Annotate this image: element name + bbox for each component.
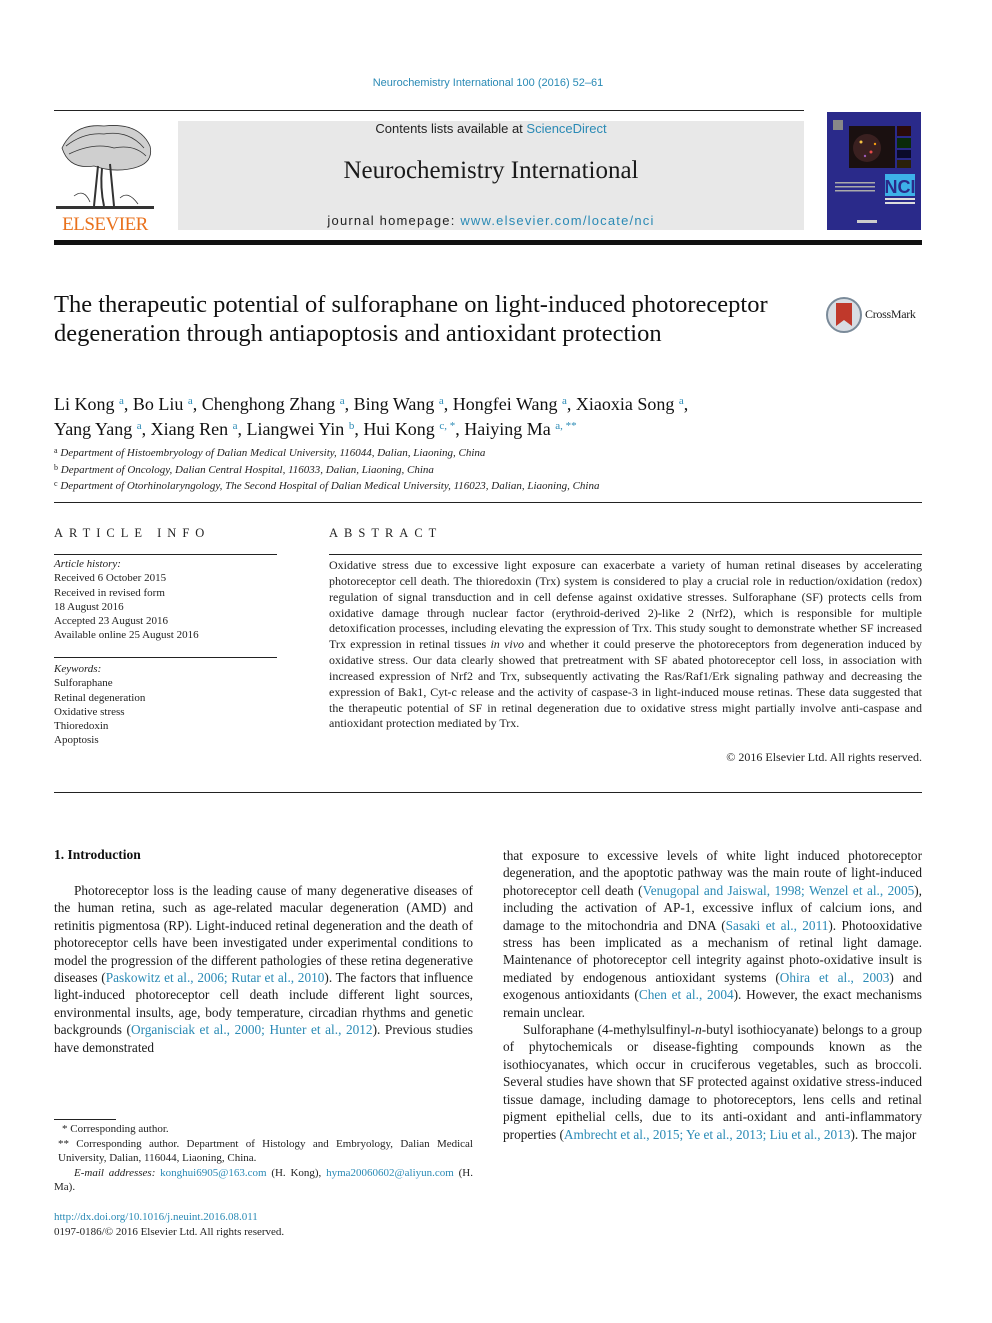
elsevier-wordmark: ELSEVIER	[62, 214, 148, 235]
crossmark-label: CrossMark	[865, 307, 916, 321]
affiliation: c Department of Otorhinolaryngology, The…	[54, 479, 600, 492]
author[interactable]: Haiying Ma a, **	[464, 419, 576, 439]
keyword: Sulforaphane	[54, 677, 113, 690]
abstract-heading: ABSTRACT	[329, 526, 443, 540]
affiliation: a Department of Histoembryology of Dalia…	[54, 446, 486, 459]
abstract-copyright: © 2016 Elsevier Ltd. All rights reserved…	[726, 750, 922, 764]
affiliation: b Department of Oncology, Dalian Central…	[54, 462, 434, 476]
author[interactable]: Li Kong a	[54, 394, 124, 414]
footnote-corresponding-1: * Corresponding author.	[62, 1123, 169, 1135]
divider	[54, 502, 922, 503]
journal-cover-thumbnail[interactable]: NCI	[827, 112, 921, 230]
article-history: Article history: Received 6 October 2015…	[54, 557, 279, 643]
article-info-heading: ARTICLE INFO	[54, 526, 211, 540]
elsevier-tree-icon	[56, 125, 154, 209]
body-column-right: that exposure to excessive levels of whi…	[503, 847, 922, 1143]
paragraph: Sulforaphane (4-methylsulfinyl-n-butyl i…	[503, 1022, 922, 1142]
cover-art-icon: NCI	[827, 112, 921, 230]
keywords: Keywords: Sulforaphane Retinal degenerat…	[54, 662, 279, 748]
history-label: Article history:	[54, 558, 121, 570]
author[interactable]: Bing Wang a	[354, 394, 444, 414]
article-title: The therapeutic potential of sulforaphan…	[54, 291, 768, 347]
citation-link[interactable]: Ambrecht et al., 2015; Ye et al., 2013; …	[564, 1127, 851, 1142]
citation-link[interactable]: Chen et al., 2004	[639, 987, 734, 1002]
author[interactable]: Bo Liu a	[133, 394, 193, 414]
author[interactable]: Hongfei Wang a	[453, 394, 567, 414]
footnote-emails: E-mail addresses: konghui6905@163.com (H…	[54, 1166, 473, 1194]
running-head-citation[interactable]: Neurochemistry International 100 (2016) …	[0, 77, 976, 89]
footnote-rule	[54, 1119, 116, 1120]
email-link[interactable]: hyma20060602@aliyun.com	[326, 1167, 454, 1179]
author[interactable]: Hui Kong c, *	[363, 419, 455, 439]
doi-link[interactable]: http://dx.doi.org/10.1016/j.neuint.2016.…	[54, 1211, 258, 1223]
keyword: Apoptosis	[54, 734, 99, 747]
author[interactable]: Xiang Ren a	[151, 419, 238, 439]
section-heading-introduction: 1. Introduction	[54, 847, 141, 862]
email-link[interactable]: konghui6905@163.com	[160, 1167, 266, 1179]
affiliations: a Department of Histoembryology of Dalia…	[54, 444, 924, 494]
divider	[54, 792, 922, 793]
footnotes: * Corresponding author. ** Corresponding…	[54, 1122, 473, 1195]
top-rule	[54, 110, 804, 111]
author[interactable]: Chenghong Zhang a	[202, 394, 345, 414]
journal-masthead: Contents lists available at ScienceDirec…	[178, 121, 804, 230]
author-list: Li Kong a, Bo Liu a, Chenghong Zhang a, …	[54, 394, 689, 439]
issn-line: 0197-0186/© 2016 Elsevier Ltd. All right…	[54, 1226, 285, 1238]
author[interactable]: Liangwei Yin b	[246, 419, 354, 439]
citation-link[interactable]: Ohira et al., 2003	[780, 970, 890, 985]
crossmark-icon	[826, 297, 862, 333]
keyword: Thioredoxin	[54, 720, 109, 733]
body-column-left: Photoreceptor loss is the leading cause …	[54, 882, 473, 1056]
history-item: Received 6 October 2015	[54, 572, 167, 585]
homepage-line: journal homepage: www.elsevier.com/locat…	[178, 213, 804, 228]
divider	[54, 657, 277, 658]
footnote-corresponding-2: ** Corresponding author. Department of H…	[58, 1137, 473, 1165]
author[interactable]: Xiaoxia Song a	[576, 394, 684, 414]
history-item: Available online 25 August 2016	[54, 629, 199, 642]
author[interactable]: Yang Yang a	[54, 419, 142, 439]
keyword: Retinal degeneration	[54, 691, 146, 704]
journal-homepage-link[interactable]: www.elsevier.com/locate/nci	[460, 213, 654, 228]
crossmark-badge[interactable]: CrossMark	[825, 296, 925, 334]
citation-link[interactable]: Venugopal and Jaiswal, 1998; Wenzel et a…	[643, 883, 915, 898]
contents-line: Contents lists available at ScienceDirec…	[178, 121, 804, 136]
abstract-body: Oxidative stress due to excessive light …	[329, 558, 922, 731]
paragraph: that exposure to excessive levels of whi…	[503, 848, 923, 1020]
keywords-label: Keywords:	[54, 663, 102, 675]
history-item: Accepted 23 August 2016	[54, 615, 168, 628]
divider	[329, 554, 922, 555]
homepage-prefix: journal homepage:	[327, 213, 461, 228]
journal-name: Neurochemistry International	[343, 157, 639, 184]
sciencedirect-link[interactable]: ScienceDirect	[526, 121, 606, 136]
citation-link[interactable]: Paskowitz et al., 2006; Rutar et al., 20…	[106, 970, 325, 985]
elsevier-logo[interactable]: ELSEVIER	[54, 118, 156, 236]
cover-acronym: NCI	[885, 177, 916, 197]
citation-link[interactable]: Sasaki et al., 2011	[726, 918, 829, 933]
history-item: 18 August 2016	[54, 600, 124, 613]
paragraph: Photoreceptor loss is the leading cause …	[54, 883, 473, 1055]
citation-link[interactable]: Organisciak et al., 2000; Hunter et al.,…	[131, 1022, 373, 1037]
doi-block: http://dx.doi.org/10.1016/j.neuint.2016.…	[54, 1210, 473, 1240]
contents-prefix: Contents lists available at	[375, 121, 527, 136]
header-thick-rule	[54, 240, 922, 245]
keyword: Oxidative stress	[54, 705, 125, 718]
history-item: Received in revised form	[54, 586, 165, 599]
divider	[54, 554, 277, 555]
